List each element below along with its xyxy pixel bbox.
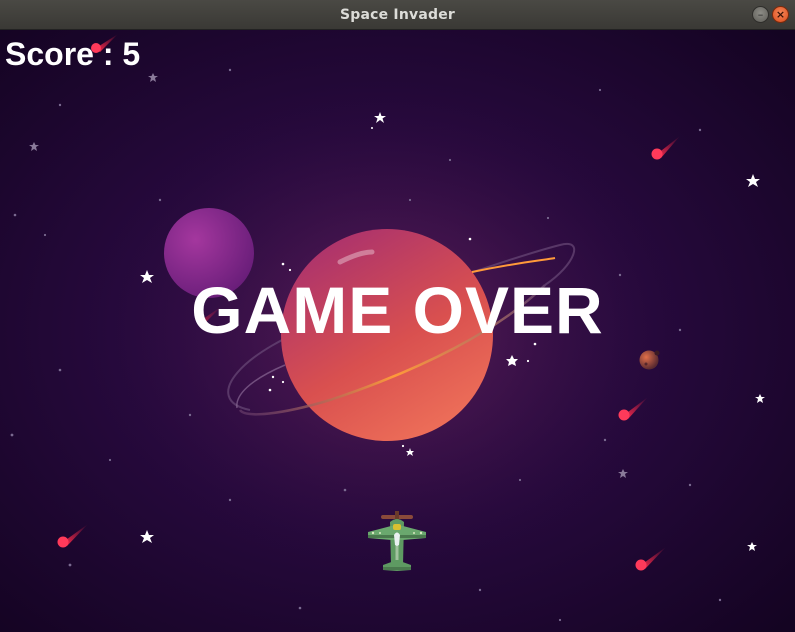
star	[68, 563, 72, 567]
star	[188, 413, 192, 417]
star	[546, 216, 550, 220]
star	[298, 606, 302, 610]
star	[718, 598, 722, 602]
star	[448, 158, 452, 162]
star	[698, 128, 702, 132]
star	[408, 198, 412, 202]
star	[688, 483, 692, 487]
star	[598, 88, 602, 92]
star	[558, 618, 562, 622]
star	[10, 433, 14, 437]
game-window: Space Invader – × Score: 5 GAME OVER	[0, 0, 795, 632]
star	[526, 359, 530, 363]
game-over-message: GAME OVER	[191, 273, 604, 347]
star	[108, 458, 112, 462]
star	[518, 478, 522, 482]
star	[401, 444, 405, 448]
star	[468, 237, 472, 241]
star	[268, 388, 272, 392]
star	[281, 262, 285, 266]
star	[58, 368, 62, 372]
star	[281, 380, 285, 384]
close-icon: ×	[775, 8, 786, 21]
star	[478, 588, 482, 592]
star	[43, 233, 47, 237]
minimize-button[interactable]: –	[752, 6, 769, 23]
minimize-icon: –	[757, 8, 764, 21]
star	[228, 498, 232, 502]
star	[58, 103, 62, 107]
star	[158, 198, 162, 202]
star	[13, 213, 17, 217]
star	[271, 375, 275, 379]
game-canvas[interactable]: Score : 5 GAME OVER	[0, 30, 795, 632]
title-bar[interactable]: Space Invader – ×	[0, 0, 795, 30]
star	[288, 268, 292, 272]
star	[371, 127, 373, 129]
star	[603, 438, 607, 442]
close-button[interactable]: ×	[772, 6, 789, 23]
window-title: Space Invader	[340, 7, 455, 23]
star	[228, 68, 232, 72]
score-label: Score : 5	[5, 36, 141, 72]
star	[343, 488, 347, 492]
